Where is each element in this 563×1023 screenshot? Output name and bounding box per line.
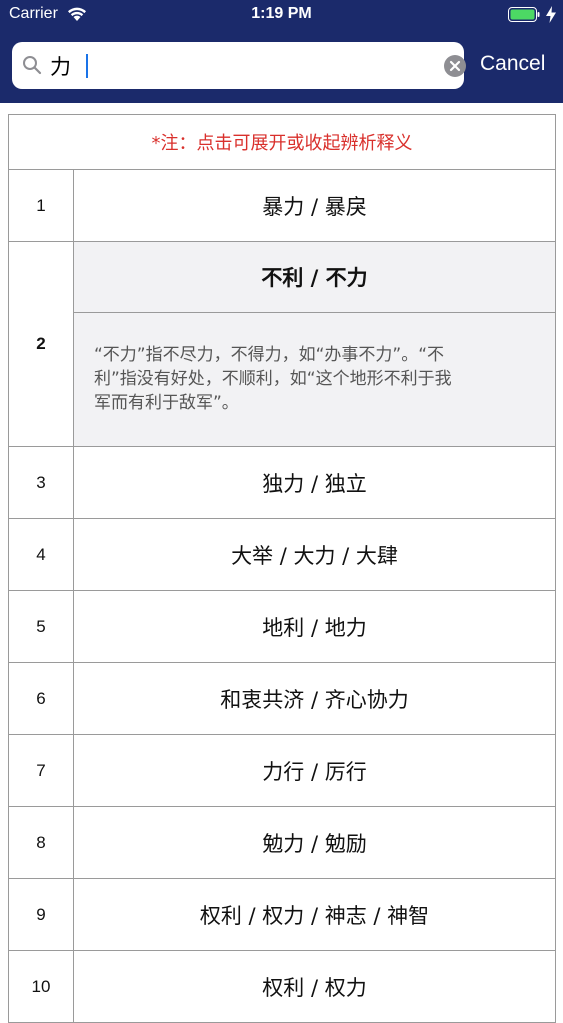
row-number: 8: [9, 807, 74, 878]
cancel-button[interactable]: Cancel: [480, 52, 545, 76]
row-words: 权利 / 权力: [262, 975, 367, 1000]
table-row[interactable]: 8 勉力 / 勉励: [9, 807, 555, 879]
row-number: 2: [9, 242, 74, 446]
row-words: 暴力 / 暴戾: [262, 194, 367, 219]
table-row[interactable]: 4 大举 / 大力 / 大肆: [9, 519, 555, 591]
row-number: 6: [9, 663, 74, 734]
row-number: 5: [9, 591, 74, 662]
table-row[interactable]: 7 力行 / 厉行: [9, 735, 555, 807]
table-row[interactable]: 3 独力 / 独立: [9, 447, 555, 519]
row-words[interactable]: 不利 / 不力: [74, 242, 555, 313]
battery-icon: [508, 7, 540, 22]
table-row[interactable]: 1 暴力 / 暴戾: [9, 170, 555, 242]
status-time: 1:19 PM: [251, 5, 312, 22]
row-words: 和衷共济 / 齐心协力: [220, 687, 409, 712]
search-input[interactable]: [50, 48, 420, 83]
row-number: 7: [9, 735, 74, 806]
table-row[interactable]: 5 地利 / 地力: [9, 591, 555, 663]
row-words: 权利 / 权力 / 神志 / 神智: [199, 903, 430, 928]
row-explanation: “不力”指不尽力，不得力，如“办事不力”。“不利”指没有好处，不顺利，如“这个地…: [94, 345, 452, 413]
table-row[interactable]: 6 和衷共济 / 齐心协力: [9, 663, 555, 735]
row-number: 4: [9, 519, 74, 590]
search-icon: [23, 56, 42, 75]
table-row[interactable]: 9 权利 / 权力 / 神志 / 神智: [9, 879, 555, 951]
row-number: 10: [9, 951, 74, 1022]
expanded-content: 不利 / 不力 “不力”指不尽力，不得力，如“办事不力”。“不利”指没有好处，不…: [74, 242, 555, 446]
note-text: *注：点击可展开或收起辨析释义: [9, 115, 555, 170]
charging-icon: [546, 6, 556, 23]
row-words: 勉力 / 勉励: [262, 831, 367, 856]
row-words: 大举 / 大力 / 大肆: [231, 543, 398, 568]
status-bar: Carrier 1:19 PM: [0, 0, 563, 30]
clear-icon[interactable]: [444, 55, 466, 77]
row-words: 独力 / 独立: [262, 471, 367, 496]
text-caret: [86, 54, 88, 78]
row-words: 地利 / 地力: [262, 615, 367, 640]
row-number: 9: [9, 879, 74, 950]
table-row-expanded[interactable]: 2 不利 / 不力 “不力”指不尽力，不得力，如“办事不力”。“不利”指没有好处…: [9, 242, 555, 447]
row-words: 力行 / 厉行: [262, 759, 367, 784]
search-bar[interactable]: [12, 42, 466, 89]
results-table: *注：点击可展开或收起辨析释义 1 暴力 / 暴戾 2 不利 / 不力 “不力”…: [8, 114, 556, 1023]
row-number: 1: [9, 170, 74, 241]
row-number: 3: [9, 447, 74, 518]
table-row[interactable]: 10 权利 / 权力: [9, 951, 555, 1022]
nav-header: Carrier 1:19 PM Cancel: [0, 0, 563, 103]
